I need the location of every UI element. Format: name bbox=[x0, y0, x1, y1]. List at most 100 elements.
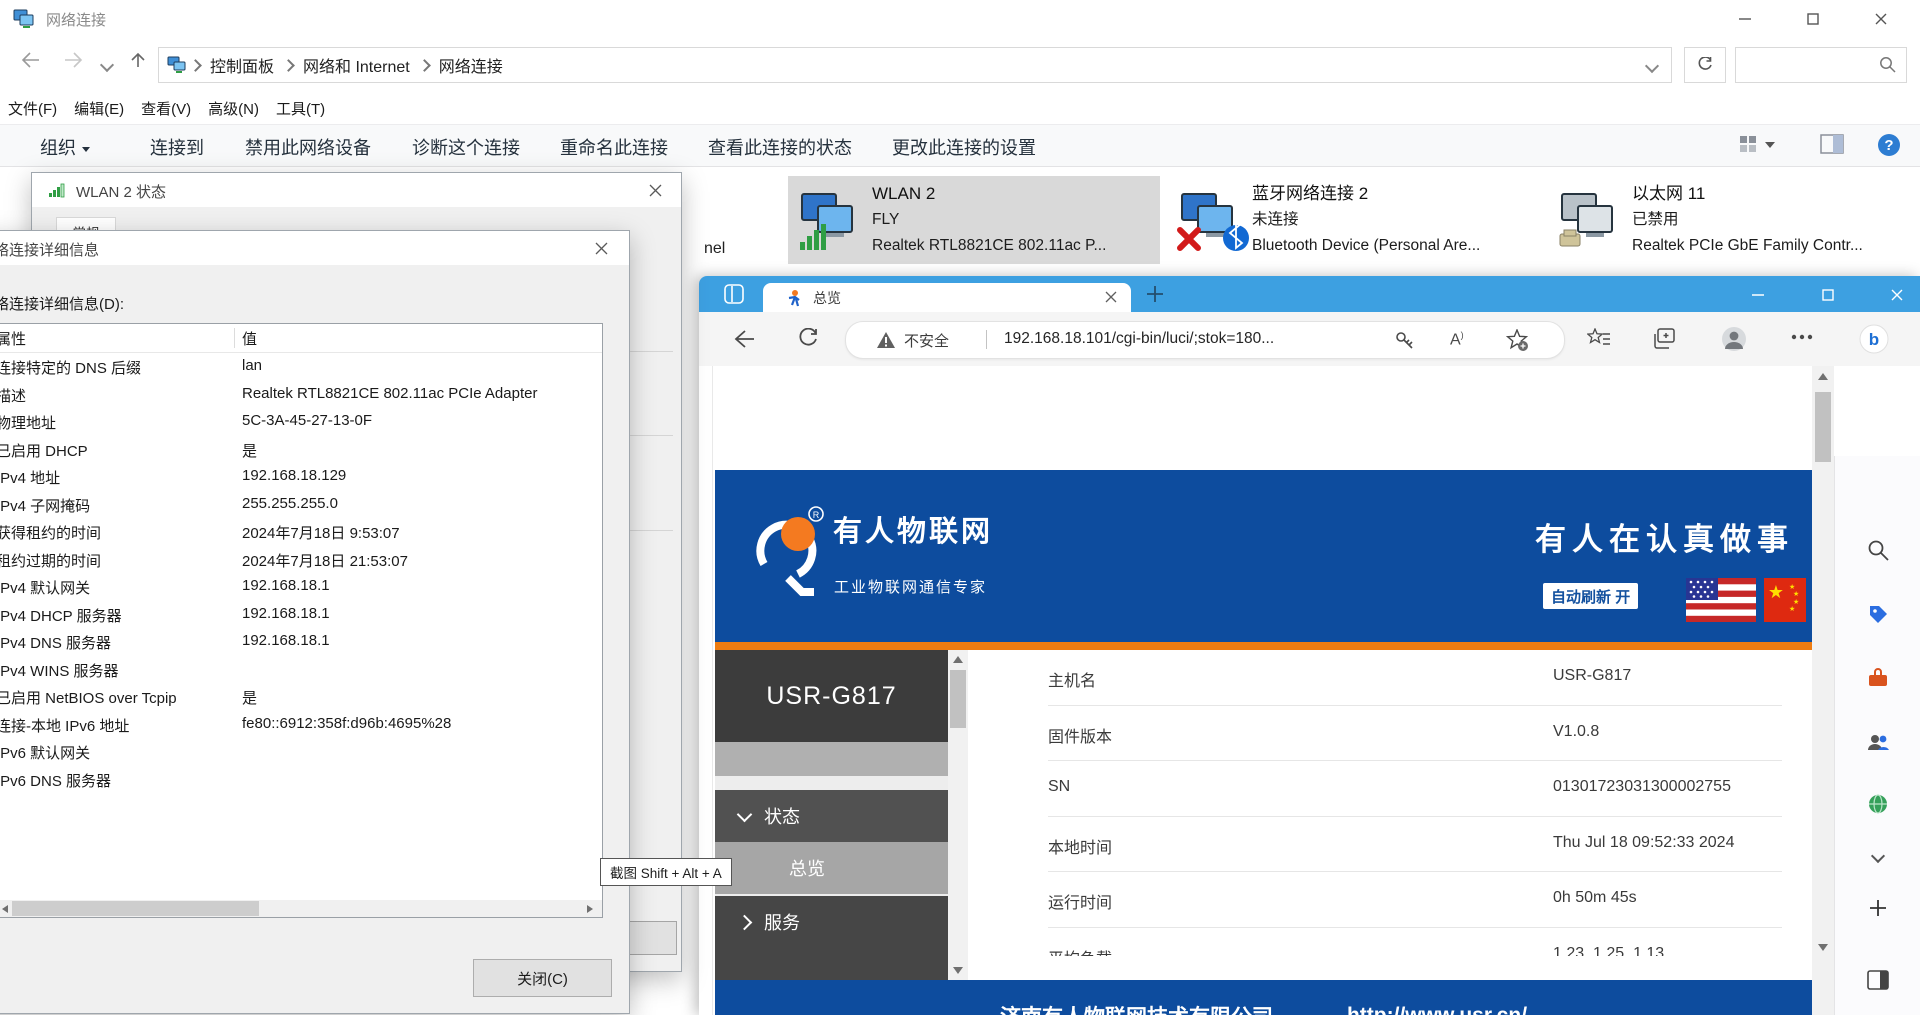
details-row[interactable]: 已启用 DHCP 是 bbox=[0, 436, 602, 464]
toolbar-button[interactable]: 连接到 bbox=[150, 134, 204, 160]
tab-close-icon[interactable] bbox=[1105, 291, 1117, 303]
details-row[interactable]: IPv4 DHCP 服务器 192.168.18.1 bbox=[0, 601, 602, 629]
details-row[interactable]: IPv4 地址 192.168.18.129 bbox=[0, 463, 602, 491]
footer-url[interactable]: http://www.usr.cn/ bbox=[1347, 1004, 1527, 1015]
settings-more-icon[interactable] bbox=[1791, 334, 1813, 340]
scroll-up-icon[interactable] bbox=[1818, 373, 1828, 380]
profile-avatar[interactable] bbox=[1721, 326, 1747, 352]
toolbar-button[interactable]: 诊断这个连接 bbox=[412, 134, 520, 160]
up-icon[interactable] bbox=[130, 52, 146, 68]
favorite-star-icon[interactable] bbox=[1506, 329, 1528, 351]
menu-item[interactable]: 高级(N) bbox=[208, 98, 259, 119]
read-aloud-icon[interactable]: A) bbox=[1450, 330, 1464, 349]
breadcrumb-network-connections[interactable]: 网络连接 bbox=[433, 53, 509, 77]
scrollbar-thumb[interactable] bbox=[950, 670, 966, 728]
close-button[interactable] bbox=[1874, 276, 1920, 314]
close-details-button[interactable]: 关闭(C) bbox=[473, 959, 612, 997]
toolbar-button[interactable]: 禁用此网络设备 bbox=[245, 134, 371, 160]
china-flag-icon[interactable]: ★★★★★ bbox=[1764, 578, 1806, 622]
scrollbar-thumb[interactable] bbox=[12, 901, 259, 916]
details-row[interactable]: IPv6 DNS 服务器 bbox=[0, 766, 602, 794]
details-row[interactable]: 物理地址 5C-3A-45-27-13-0F bbox=[0, 408, 602, 436]
security-label[interactable]: 不安全 bbox=[904, 330, 949, 351]
sidebar-people-icon[interactable] bbox=[1866, 730, 1890, 754]
details-row[interactable]: IPv6 默认网关 bbox=[0, 738, 602, 766]
details-row[interactable]: 连接-本地 IPv6 地址 fe80::6912:358f:d96b:4695%… bbox=[0, 711, 602, 739]
search-icon[interactable] bbox=[1879, 56, 1896, 73]
network-item-wifi[interactable]: WLAN 2 FLY Realtek RTL8821CE 802.11ac P.… bbox=[788, 176, 1160, 264]
frame-vertical-scrollbar[interactable] bbox=[948, 650, 968, 980]
view-options-icon[interactable] bbox=[1738, 132, 1778, 156]
page-vertical-scrollbar[interactable] bbox=[1812, 366, 1834, 1015]
menu-item[interactable]: 文件(F) bbox=[8, 98, 57, 119]
toolbar-button[interactable]: 查看此连接的状态 bbox=[708, 134, 852, 160]
scroll-down-icon[interactable] bbox=[953, 967, 963, 974]
sidebar-panel-toggle-icon[interactable] bbox=[1866, 968, 1890, 992]
details-horizontal-scrollbar[interactable] bbox=[0, 900, 602, 917]
back-icon[interactable] bbox=[20, 52, 40, 68]
minimize-button[interactable] bbox=[1735, 276, 1781, 314]
scroll-right-icon[interactable] bbox=[587, 905, 593, 913]
menu-item[interactable]: 查看(V) bbox=[141, 98, 191, 119]
network-item-ethernet[interactable]: 以太网 11 已禁用 Realtek PCIe GbE Family Contr… bbox=[1548, 176, 1920, 264]
address-bar[interactable]: 控制面板 网络和 Internet 网络连接 bbox=[158, 47, 1672, 83]
sidebar-add-icon[interactable] bbox=[1866, 896, 1890, 920]
forward-icon[interactable] bbox=[64, 52, 84, 68]
network-item-bluetooth[interactable]: 蓝牙网络连接 2 未连接 Bluetooth Device (Personal … bbox=[1168, 176, 1540, 264]
details-row[interactable]: IPv4 WINS 服务器 bbox=[0, 656, 602, 684]
overview-row: 本地时间 Thu Jul 18 09:52:33 2024 bbox=[1048, 817, 1782, 873]
sidebar-item-overview[interactable]: 总览 bbox=[715, 842, 948, 894]
refresh-button[interactable] bbox=[1684, 47, 1726, 83]
breadcrumb-control-panel[interactable]: 控制面板 bbox=[204, 53, 280, 77]
details-row[interactable]: 已启用 NetBIOS over Tcpip 是 bbox=[0, 683, 602, 711]
sidebar-item-status[interactable]: 状态 bbox=[715, 790, 948, 842]
password-key-icon[interactable] bbox=[1394, 330, 1415, 351]
bing-discover-icon[interactable]: b bbox=[1859, 324, 1889, 354]
menu-item[interactable]: 编辑(E) bbox=[74, 98, 124, 119]
scroll-down-icon[interactable] bbox=[1818, 944, 1828, 951]
maximize-button[interactable] bbox=[1790, 0, 1836, 38]
breadcrumb-network-internet[interactable]: 网络和 Internet bbox=[297, 53, 416, 77]
auto-refresh-toggle[interactable]: 自动刷新 开 bbox=[1543, 583, 1638, 609]
new-tab-icon[interactable] bbox=[1145, 284, 1165, 304]
close-icon[interactable] bbox=[585, 235, 617, 261]
details-row[interactable]: 描述 Realtek RTL8821CE 802.11ac PCIe Adapt… bbox=[0, 381, 602, 409]
scrollbar-thumb[interactable] bbox=[1815, 392, 1831, 462]
minimize-button[interactable] bbox=[1722, 0, 1768, 38]
sidebar-toolbox-icon[interactable] bbox=[1866, 666, 1890, 690]
help-icon[interactable]: ? bbox=[1876, 132, 1902, 158]
address-dropdown-icon[interactable] bbox=[1647, 61, 1657, 71]
close-button[interactable] bbox=[1858, 0, 1904, 38]
menu-item[interactable]: 工具(T) bbox=[276, 98, 325, 119]
refresh-icon[interactable] bbox=[797, 328, 819, 350]
sidebar-item-services[interactable]: 服务 bbox=[715, 896, 948, 948]
details-row[interactable]: 租约过期的时间 2024年7月18日 21:53:07 bbox=[0, 546, 602, 574]
address-pill[interactable]: 不安全 192.168.18.101/cgi-bin/luci/;stok=18… bbox=[845, 321, 1565, 359]
maximize-button[interactable] bbox=[1805, 276, 1851, 314]
url-text[interactable]: 192.168.18.101/cgi-bin/luci/;stok=180... bbox=[1004, 330, 1274, 348]
favorites-icon[interactable] bbox=[1587, 328, 1611, 350]
toolbar-button[interactable]: 更改此连接的设置 bbox=[892, 134, 1036, 160]
details-row[interactable]: IPv4 默认网关 192.168.18.1 bbox=[0, 573, 602, 601]
search-input[interactable] bbox=[1735, 47, 1907, 83]
sidebar-search-icon[interactable] bbox=[1866, 538, 1890, 562]
usa-flag-icon[interactable] bbox=[1686, 578, 1756, 622]
collections-icon[interactable] bbox=[1653, 328, 1675, 350]
sidebar-more-chevron-icon[interactable] bbox=[1866, 844, 1890, 868]
sidebar-globe-icon[interactable] bbox=[1866, 792, 1890, 816]
toolbar-button[interactable]: 组织 bbox=[40, 134, 90, 160]
back-icon[interactable] bbox=[733, 329, 755, 349]
details-row[interactable]: 获得租约的时间 2024年7月18日 9:53:07 bbox=[0, 518, 602, 546]
close-icon[interactable] bbox=[639, 177, 671, 203]
scroll-up-icon[interactable] bbox=[953, 656, 963, 663]
scroll-left-icon[interactable] bbox=[2, 905, 8, 913]
details-row[interactable]: IPv4 DNS 服务器 192.168.18.1 bbox=[0, 628, 602, 656]
details-row[interactable]: IPv4 子网掩码 255.255.255.0 bbox=[0, 491, 602, 519]
recent-pages-icon[interactable] bbox=[102, 60, 112, 70]
tab-overview[interactable]: 总览 bbox=[763, 283, 1131, 312]
sidebar-shopping-icon[interactable] bbox=[1866, 602, 1890, 626]
preview-pane-icon[interactable] bbox=[1820, 134, 1844, 154]
toolbar-button[interactable]: 重命名此连接 bbox=[560, 134, 668, 160]
details-row[interactable]: 连接特定的 DNS 后缀 lan bbox=[0, 353, 602, 381]
tab-actions-icon[interactable] bbox=[723, 283, 745, 305]
